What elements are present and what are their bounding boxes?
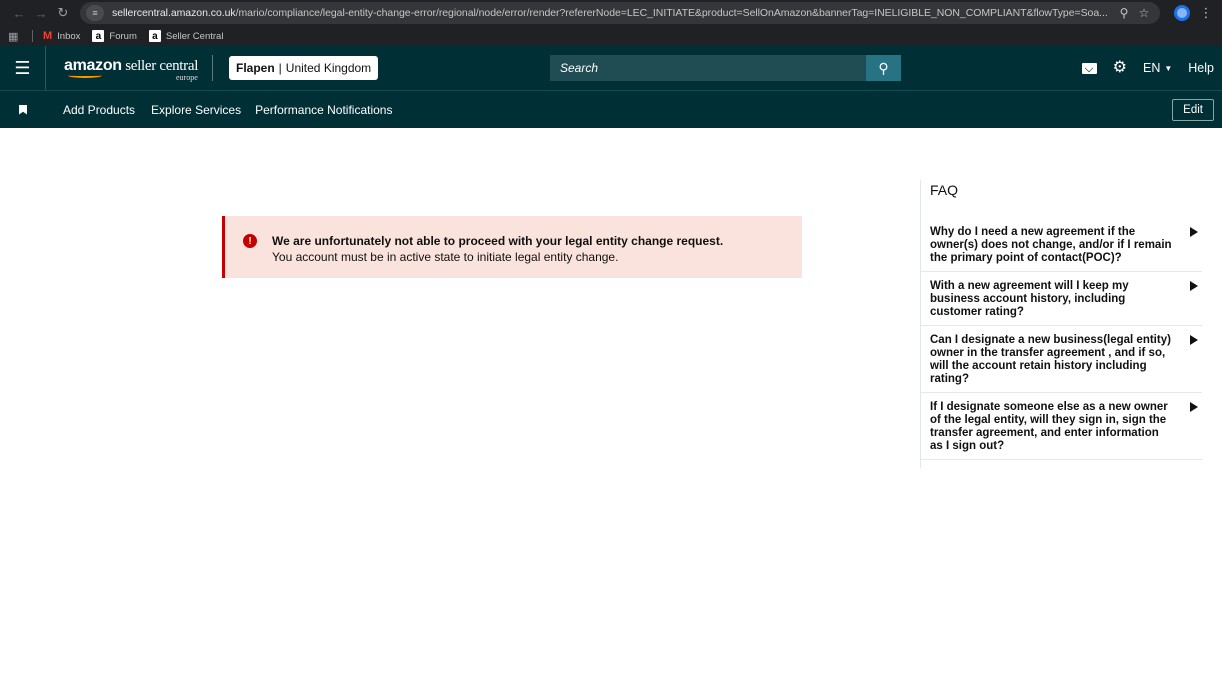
zoom-icon[interactable]: ⚲ xyxy=(1114,6,1134,20)
faq-title: FAQ xyxy=(930,182,959,198)
faq-question: If I designate someone else as a new own… xyxy=(930,401,1168,452)
faq-panel: FAQ Why do I need a new agreement if the… xyxy=(920,180,1202,468)
amazon-icon: a xyxy=(148,30,161,42)
bookmark-label: Seller Central xyxy=(165,30,224,42)
apps-grid-icon[interactable]: ▦ xyxy=(8,30,22,43)
nav-add-products[interactable]: Add Products xyxy=(63,103,135,117)
bookmark-label: Inbox xyxy=(57,30,81,42)
logo-rest-text: seller central xyxy=(121,58,199,74)
logo-region: europe xyxy=(176,73,198,82)
amazon-seller-central-logo[interactable]: amazon seller central europe xyxy=(64,51,204,85)
bookmark-shape xyxy=(19,104,27,115)
error-icon: ! xyxy=(243,234,257,248)
bookmarks-bar: ▦ M Inbox a Forum a Seller Central xyxy=(0,26,1222,46)
amazon-smile-icon xyxy=(68,73,102,78)
search-input[interactable]: Search xyxy=(550,55,866,81)
error-alert: ! We are unfortunately not able to proce… xyxy=(222,216,802,278)
url-text: sellercentral.amazon.co.uk/mario/complia… xyxy=(112,7,1114,19)
faq-item[interactable]: Why do I need a new agreement if the own… xyxy=(921,226,1202,272)
faq-item[interactable]: With a new agreement will I keep my busi… xyxy=(921,280,1202,326)
address-bar[interactable]: ≡ sellercentral.amazon.co.uk/mario/compl… xyxy=(80,2,1160,24)
bookmark-inbox[interactable]: M Inbox xyxy=(43,30,80,42)
bookmark-icon[interactable] xyxy=(0,104,46,115)
search-bar: Search ⚲ xyxy=(550,55,901,81)
faq-question: Can I designate a new business(legal ent… xyxy=(930,334,1171,385)
bookmark-label: Forum xyxy=(109,30,137,42)
browser-menu-icon[interactable]: ⋮ xyxy=(1198,5,1214,21)
profile-avatar[interactable] xyxy=(1174,5,1190,21)
url-path: /mario/compliance/legal-entity-change-er… xyxy=(235,7,1108,19)
account-switcher[interactable]: Flapen | United Kingdom xyxy=(229,56,379,80)
star-icon[interactable]: ☆ xyxy=(1134,6,1154,20)
seller-central-header: ☰ amazon seller central europe Flapen | … xyxy=(0,46,1222,90)
bookmark-nav-bar: Add Products Explore Services Performanc… xyxy=(0,90,1222,128)
forward-icon[interactable]: → xyxy=(30,2,52,24)
account-region: United Kingdom xyxy=(285,61,372,75)
edit-button[interactable]: Edit xyxy=(1172,99,1214,121)
header-utilities: ⚙ EN ▼ Help xyxy=(1081,46,1214,90)
language-selector[interactable]: EN ▼ xyxy=(1143,61,1172,75)
amazon-icon: a xyxy=(92,30,105,42)
expand-arrow-icon[interactable] xyxy=(1190,227,1198,237)
header-divider xyxy=(212,55,213,81)
faq-question: Why do I need a new agreement if the own… xyxy=(930,226,1172,264)
alert-body: You account must be in active state to i… xyxy=(272,250,619,264)
expand-arrow-icon[interactable] xyxy=(1190,281,1198,291)
back-icon[interactable]: ← xyxy=(8,2,30,24)
faq-item[interactable]: If I designate someone else as a new own… xyxy=(921,401,1202,460)
reload-icon[interactable]: ↻ xyxy=(52,2,74,24)
address-row: ← → ↻ ≡ sellercentral.amazon.co.uk/mario… xyxy=(0,0,1222,26)
hamburger-menu-icon[interactable]: ☰ xyxy=(0,46,46,90)
url-host: sellercentral.amazon.co.uk xyxy=(112,7,236,19)
language-label: EN xyxy=(1142,61,1161,75)
bookmark-forum[interactable]: a Forum xyxy=(92,30,137,42)
gear-icon[interactable]: ⚙ xyxy=(1113,60,1127,76)
gmail-icon: M xyxy=(43,30,53,42)
account-separator: | xyxy=(278,61,282,75)
help-link[interactable]: Help xyxy=(1188,61,1214,75)
expand-arrow-icon[interactable] xyxy=(1190,402,1198,412)
nav-performance-notifications[interactable]: Performance Notifications xyxy=(255,103,392,117)
expand-arrow-icon[interactable] xyxy=(1190,335,1198,345)
alert-title: We are unfortunately not able to proceed… xyxy=(272,234,724,248)
faq-question: With a new agreement will I keep my busi… xyxy=(930,280,1129,318)
faq-item[interactable]: Can I designate a new business(legal ent… xyxy=(921,334,1202,393)
chevron-down-icon: ▼ xyxy=(1164,63,1173,73)
bookmark-seller-central[interactable]: a Seller Central xyxy=(148,30,224,42)
site-info-icon[interactable]: ≡ xyxy=(86,5,104,21)
browser-chrome: ← → ↻ ≡ sellercentral.amazon.co.uk/mario… xyxy=(0,0,1222,46)
mail-icon[interactable] xyxy=(1081,62,1097,74)
search-icon: ⚲ xyxy=(878,59,889,76)
account-name: Flapen xyxy=(236,61,275,75)
bookmarks-divider xyxy=(32,30,33,42)
logo-bold-text: amazon xyxy=(64,57,122,74)
nav-explore-services[interactable]: Explore Services xyxy=(151,103,241,117)
search-button[interactable]: ⚲ xyxy=(866,55,901,81)
